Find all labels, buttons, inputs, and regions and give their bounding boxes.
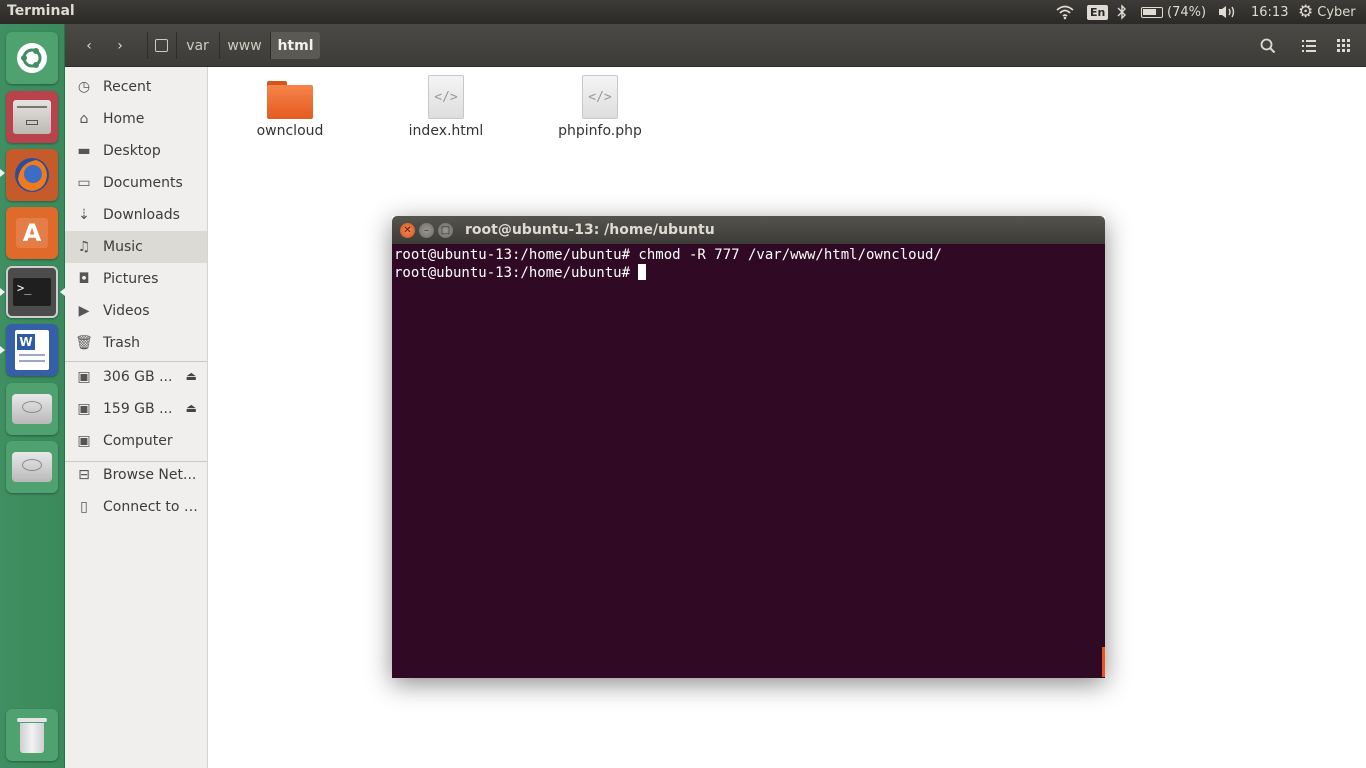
documents-icon: ▭ xyxy=(77,175,91,191)
code-file-icon: </> xyxy=(582,75,618,119)
language-label: En xyxy=(1087,4,1109,20)
back-button[interactable]: ‹ xyxy=(74,32,104,59)
search-icon xyxy=(1260,38,1276,53)
list-view-button[interactable] xyxy=(1294,32,1324,59)
trash-icon: 🗑 xyxy=(75,335,93,351)
user-name: Cyber xyxy=(1317,4,1356,20)
app-title: Terminal xyxy=(7,3,75,19)
disk-icon[interactable] xyxy=(6,441,58,493)
close-icon: ✕ xyxy=(403,224,412,236)
scrollbar-indicator[interactable] xyxy=(1102,647,1105,677)
file-name: phpinfo.php xyxy=(558,123,642,139)
launcher: A >_ W xyxy=(0,24,65,768)
file-item-phpinfo-php[interactable]: </> phpinfo.php xyxy=(535,75,665,139)
code-file-icon: </> xyxy=(428,75,464,119)
sidebar-item-connect-to-server[interactable]: ▯ Connect to S... xyxy=(65,491,207,523)
volume-icon[interactable] xyxy=(1217,0,1237,24)
gear-icon: ⚙ xyxy=(1298,2,1314,22)
terminal-line: root@ubuntu-13:/home/ubuntu# chmod -R 77… xyxy=(394,247,942,263)
disk-icon[interactable] xyxy=(6,383,58,435)
drive-icon: ▣ xyxy=(77,369,91,385)
terminal-body[interactable]: root@ubuntu-13:/home/ubuntu# chmod -R 77… xyxy=(392,244,1105,678)
running-indicator xyxy=(0,346,5,354)
session-menu[interactable]: ⚙ Cyber xyxy=(1298,0,1356,24)
close-button[interactable]: ✕ xyxy=(400,223,415,238)
breadcrumb-root[interactable] xyxy=(147,32,175,59)
file-item-owncloud[interactable]: owncloud xyxy=(225,79,355,139)
sidebar-item-trash[interactable]: 🗑 Trash xyxy=(65,327,207,359)
clock-icon: ◷ xyxy=(77,79,91,95)
terminal-app-icon[interactable]: >_ xyxy=(6,266,58,318)
sidebar-item-pictures[interactable]: ◘ Pictures xyxy=(65,263,207,295)
maximize-button[interactable]: □ xyxy=(438,223,453,238)
sidebar-item-volume-159gb[interactable]: ▣ 159 GB ... ⏏ xyxy=(65,393,207,425)
eject-icon[interactable]: ⏏ xyxy=(186,369,197,383)
sidebar-item-videos[interactable]: ▶ Videos xyxy=(65,295,207,327)
terminal-titlebar[interactable]: ✕ – □ root@ubuntu-13: /home/ubuntu xyxy=(392,216,1105,244)
sidebar-item-desktop[interactable]: ▬ Desktop xyxy=(65,135,207,167)
wifi-icon[interactable] xyxy=(1055,0,1075,24)
folder-icon: ▬ xyxy=(77,143,91,159)
sidebar-item-computer[interactable]: ▣ Computer xyxy=(65,425,207,457)
running-indicator xyxy=(0,169,5,177)
battery-percent: (74%) xyxy=(1167,4,1207,20)
list-view-icon xyxy=(1302,39,1316,52)
grid-view-icon xyxy=(1336,39,1350,52)
terminal-title: root@ubuntu-13: /home/ubuntu xyxy=(465,222,715,238)
terminal-window: ✕ – □ root@ubuntu-13: /home/ubuntu root@… xyxy=(392,216,1105,678)
drive-icon: ▣ xyxy=(77,433,91,449)
bluetooth-icon[interactable] xyxy=(1117,0,1127,24)
trash-launcher-icon[interactable] xyxy=(6,709,58,761)
writer-icon[interactable]: W xyxy=(6,324,58,376)
maximize-icon: □ xyxy=(440,224,451,236)
firefox-icon[interactable] xyxy=(6,149,58,201)
network-icon: ⊟ xyxy=(78,467,90,483)
file-manager-header: ‹ › var www html xyxy=(65,24,1366,67)
file-name: index.html xyxy=(408,123,484,139)
search-button[interactable] xyxy=(1253,32,1283,59)
home-icon: ⌂ xyxy=(79,111,89,127)
server-icon: ▯ xyxy=(80,499,88,515)
clock[interactable]: 16:13 xyxy=(1251,0,1288,24)
text-cursor xyxy=(638,264,647,280)
download-icon: ⇣ xyxy=(78,207,90,223)
terminal-line: root@ubuntu-13:/home/ubuntu# xyxy=(394,264,1103,282)
sidebar-item-documents[interactable]: ▭ Documents xyxy=(65,167,207,199)
breadcrumb-var[interactable]: var xyxy=(176,32,218,59)
sidebar-item-home[interactable]: ⌂ Home xyxy=(65,103,207,135)
minimize-button[interactable]: – xyxy=(419,223,434,238)
places-sidebar: ◷ Recent ⌂ Home ▬ Desktop ▭ Documents ⇣ Downl… xyxy=(65,67,208,768)
sidebar-item-downloads[interactable]: ⇣ Downloads xyxy=(65,199,207,231)
video-icon: ▶ xyxy=(78,303,90,319)
chevron-left-icon: ‹ xyxy=(86,37,92,54)
file-name: owncloud xyxy=(256,123,324,139)
drive-icon xyxy=(155,39,168,52)
software-center-icon[interactable]: A xyxy=(6,207,58,259)
folder-icon xyxy=(267,79,313,119)
chevron-right-icon: › xyxy=(117,37,123,54)
breadcrumb-html[interactable]: html xyxy=(270,32,320,59)
music-icon: ♫ xyxy=(77,239,91,255)
files-app-icon[interactable] xyxy=(6,91,58,143)
battery-icon xyxy=(1141,6,1163,18)
drive-icon: ▣ xyxy=(77,401,91,417)
sidebar-item-recent[interactable]: ◷ Recent xyxy=(65,71,207,103)
minimize-icon: – xyxy=(424,224,429,236)
camera-icon: ◘ xyxy=(78,271,90,287)
battery-indicator[interactable]: (74%) xyxy=(1141,0,1206,24)
keyboard-layout-indicator[interactable]: En xyxy=(1087,0,1109,24)
grid-view-button[interactable] xyxy=(1328,32,1358,59)
file-item-index-html[interactable]: </> index.html xyxy=(381,75,511,139)
top-panel: Terminal En (74%) 16:13 ⚙ Cyber xyxy=(0,0,1366,24)
forward-button[interactable]: › xyxy=(105,32,135,59)
ubuntu-dash-icon[interactable] xyxy=(6,32,58,84)
terminal-prompt: root@ubuntu-13:/home/ubuntu# xyxy=(394,265,639,281)
running-indicator xyxy=(0,288,5,296)
eject-icon[interactable]: ⏏ xyxy=(186,401,197,415)
sidebar-item-browse-network[interactable]: ⊟ Browse Net... xyxy=(65,459,207,491)
sidebar-item-volume-306gb[interactable]: ▣ 306 GB ... ⏏ xyxy=(65,361,207,393)
sidebar-item-music[interactable]: ♫ Music xyxy=(65,231,207,263)
breadcrumb-www[interactable]: www xyxy=(219,32,269,59)
